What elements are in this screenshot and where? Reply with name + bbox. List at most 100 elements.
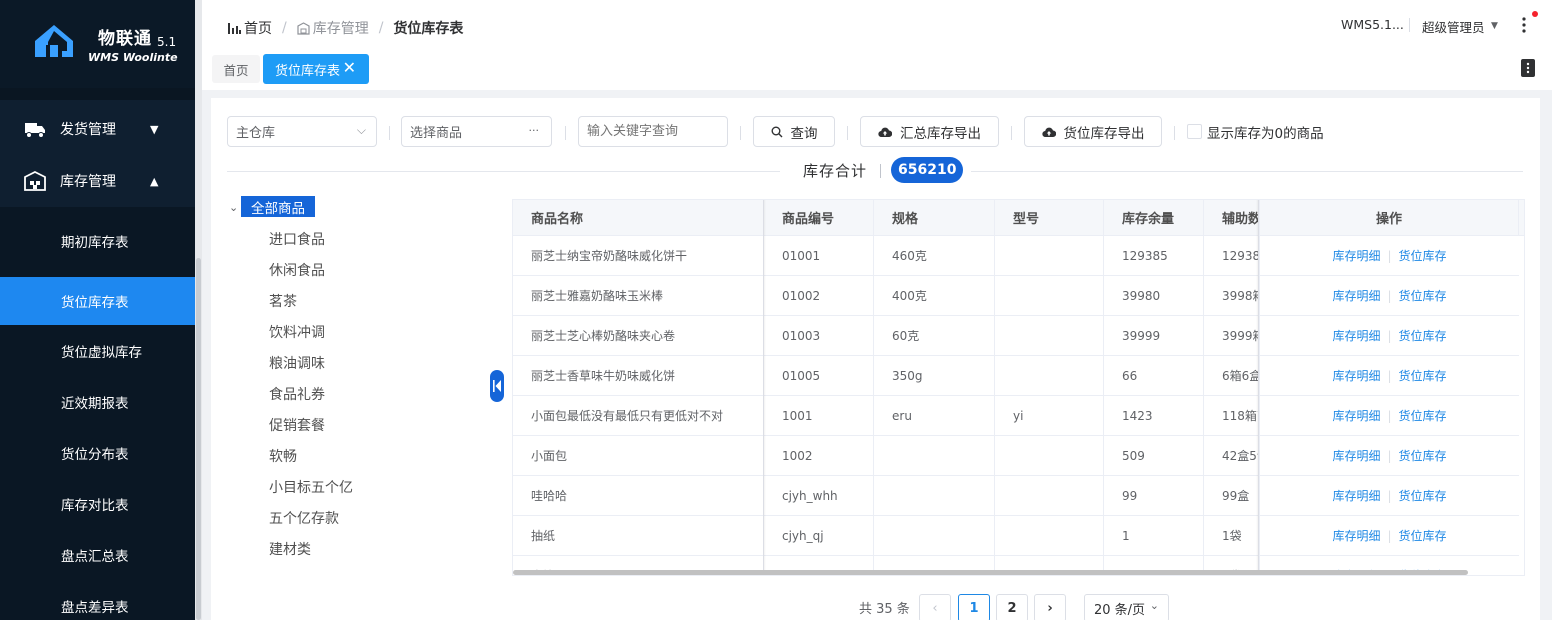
stock-qty-cell: 129385 [1104,236,1204,276]
location-stock-link[interactable]: 货位库存 [1399,527,1447,544]
sidebar-item-count-diff[interactable]: 盘点差异表 [0,582,195,620]
query-button[interactable]: 查询 [753,116,835,147]
close-icon[interactable]: ✕ [343,58,356,77]
link-separator: | [1387,488,1392,503]
page-2-button[interactable]: 2 [996,594,1028,620]
stock-detail-link[interactable]: 库存明细 [1332,287,1380,304]
stock-detail-link[interactable]: 库存明细 [1332,487,1380,504]
breadcrumb-separator: / [282,20,287,36]
actions-cell: 库存明细 | 货位库存 [1259,516,1519,556]
stock-detail-link[interactable]: 库存明细 [1332,527,1380,544]
more-vertical-icon[interactable] [1522,16,1526,34]
tree-node[interactable]: 食品礼券 [269,384,325,404]
divider-line [227,171,780,172]
tree-node[interactable]: 小目标五个亿 [269,477,353,497]
export-location-button[interactable]: 货位库存导出 [1024,116,1162,147]
model-cell [995,476,1104,516]
more-horizontal-icon[interactable]: ··· [529,124,540,137]
sidebar-item-initial-stock[interactable]: 期初库存表 [0,217,195,265]
caret-down-icon[interactable]: ▼ [1491,21,1498,31]
location-stock-link[interactable]: 货位库存 [1399,327,1447,344]
product-name-cell: 丽芝士香草味牛奶味威化饼 [513,356,764,396]
tree-node[interactable]: 饮料冲调 [269,322,325,342]
stock-qty-cell: 509 [1104,436,1204,476]
tree-node[interactable]: 五个亿存款 [269,508,339,528]
actions-cell: 库存明细 | 货位库存 [1259,476,1519,516]
location-stock-link[interactable]: 货位库存 [1399,247,1447,264]
page-size-select[interactable]: 20 条/页 ⌄ [1084,594,1169,620]
breadcrumb-home[interactable]: 首页 [244,18,272,38]
stock-detail-link[interactable]: 库存明细 [1332,247,1380,264]
export-summary-button[interactable]: 汇总库存导出 [860,116,999,147]
menu-group-inventory[interactable]: 库存管理 ▲ [0,156,195,206]
breadcrumb-inventory[interactable]: 库存管理 [313,18,369,38]
stock-qty-cell: 39980 [1104,276,1204,316]
tab-location-stock[interactable]: 货位库存表 ✕ [263,54,369,84]
tree-node[interactable]: 休闲食品 [269,260,325,280]
more-vertical-icon [1526,62,1530,74]
collapse-tree-button[interactable] [490,370,504,402]
prev-page-button[interactable]: ‹ [919,594,951,620]
breadcrumb-current: 货位库存表 [393,21,464,37]
show-zero-checkbox[interactable] [1187,124,1202,139]
tree-node[interactable]: 软畅 [269,446,297,466]
model-cell [995,276,1104,316]
notification-dot [1532,11,1538,17]
sidebar-item-virtual-stock[interactable]: 货位虚拟库存 [0,327,195,375]
next-page-button[interactable]: › [1034,594,1066,620]
tree-node[interactable]: 粮油调味 [269,353,325,373]
location-stock-link[interactable]: 货位库存 [1399,287,1447,304]
sidebar-scrollbar-thumb[interactable] [196,258,201,620]
tab-menu-button[interactable] [1521,59,1535,77]
table-horizontal-scrollbar[interactable] [513,570,1468,575]
product-select[interactable]: 选择商品 ··· [401,116,552,147]
aux-qty-cell: 118箱7盒 [1204,396,1259,436]
keyword-search-input[interactable] [578,116,728,147]
tree-node[interactable]: 促销套餐 [269,415,325,435]
aux-qty-cell: 1袋 [1204,516,1259,556]
stock-detail-link[interactable]: 库存明细 [1332,407,1380,424]
stock-detail-link[interactable]: 库存明细 [1332,327,1380,344]
col-header-aux-qty: 辅助数 [1204,200,1259,236]
sidebar-item-location-stock[interactable]: 货位库存表 [0,277,195,325]
location-stock-link[interactable]: 货位库存 [1399,367,1447,384]
spec-cell [874,436,995,476]
location-stock-link[interactable]: 货位库存 [1399,487,1447,504]
content-card: 主仓库 ⌵ 选择商品 ··· 查询 汇总库存导出 货位库存导出 显示库存为0的商… [211,98,1540,620]
chevron-up-icon: ▲ [150,174,159,188]
sidebar-item-count-summary[interactable]: 盘点汇总表 [0,531,195,579]
warehouse-select[interactable]: 主仓库 ⌵ [227,116,377,147]
sidebar-item-location-distribution[interactable]: 货位分布表 [0,429,195,477]
tree-root-node[interactable]: 全部商品 [241,196,315,217]
tree-node[interactable]: 建材类 [269,539,311,559]
user-name[interactable]: 超级管理员 [1422,17,1485,36]
location-stock-link[interactable]: 货位库存 [1399,407,1447,424]
breadcrumb: 首页 / 库存管理 / 货位库存表 [227,18,463,38]
header-separator [1409,18,1410,32]
menu-group-shipping[interactable]: 发货管理 ▼ [0,104,195,154]
tree-node[interactable]: 茗茶 [269,291,297,311]
total-separator [880,164,881,178]
brand-version: 5.1 [157,35,177,49]
sidebar-item-stock-compare[interactable]: 库存对比表 [0,480,195,528]
system-version[interactable]: WMS5.1... [1341,17,1404,32]
col-header-product-code: 商品编号 [764,200,874,236]
collapse-left-icon [493,380,501,392]
show-zero-label[interactable]: 显示库存为0的商品 [1207,122,1324,142]
link-separator: | [1387,328,1392,343]
spec-cell [874,516,995,556]
location-stock-link[interactable]: 货位库存 [1399,447,1447,464]
page-1-button[interactable]: 1 [958,594,990,620]
stock-qty-cell: 66 [1104,356,1204,396]
chevron-down-icon: ▼ [150,122,159,136]
product-name-cell: 哇哈哈 [513,476,764,516]
total-label: 库存合计 [803,162,868,180]
stock-detail-link[interactable]: 库存明细 [1332,447,1380,464]
stock-detail-link[interactable]: 库存明细 [1332,367,1380,384]
tree-expand-icon[interactable]: ⌄ [229,201,238,214]
tree-node[interactable]: 进口食品 [269,229,325,249]
sidebar-item-expiry-report[interactable]: 近效期报表 [0,378,195,426]
tab-home[interactable]: 首页 [212,55,260,83]
brand-name: 物联通 [98,29,152,49]
spec-cell: eru [874,396,995,436]
